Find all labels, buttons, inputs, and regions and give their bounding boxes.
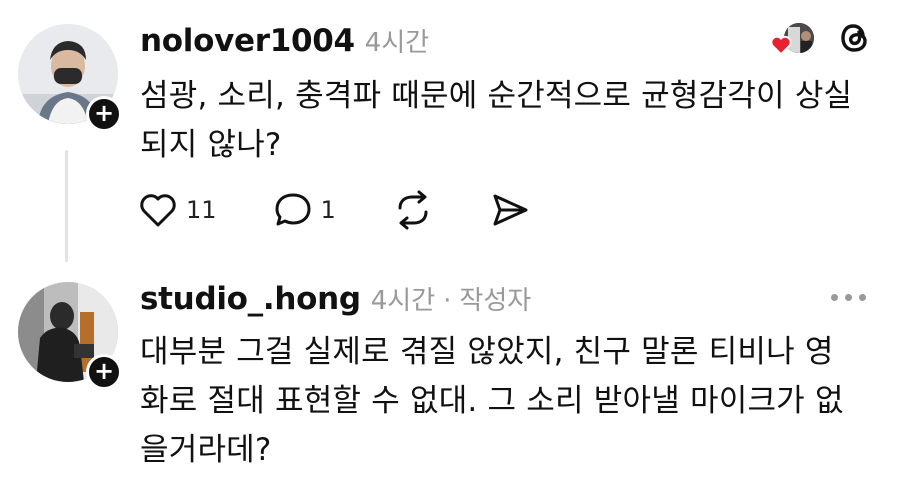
reply-button[interactable]: 1: [273, 191, 336, 229]
post-body-line: 섬광, 소리, 충격파 때문에 순간적으로 균형감각이 상실: [140, 78, 853, 114]
heart-icon: [140, 194, 176, 227]
post-body-line: 을거라데?: [140, 432, 272, 468]
post-body: 섬광, 소리, 충격파 때문에 순간적으로 균형감각이 상실 되지 않나?: [140, 72, 852, 170]
follow-plus-icon[interactable]: +: [86, 96, 122, 132]
share-button[interactable]: [490, 191, 530, 229]
username[interactable]: studio_.hong: [140, 281, 361, 317]
like-count: 11: [186, 196, 217, 224]
comment-icon: [275, 193, 311, 226]
post-1: + nolover1004 4시간 섬광, 소리, 충격파 때문에 순간적으로 …: [0, 0, 900, 270]
threads-logo-icon[interactable]: [838, 20, 872, 56]
follow-plus-icon[interactable]: +: [86, 354, 122, 390]
post-2: + studio_.hong 4시간 · 작성자 대부분 그걸 실제로 겪질 않…: [0, 270, 900, 478]
post-body-line: 되지 않나?: [140, 127, 282, 163]
repost-icon: [398, 190, 428, 230]
timestamp: 4시간: [370, 286, 436, 316]
post-body-line: 대부분 그걸 실제로 겪질 않았지, 친구 말론 티비나 영: [140, 334, 834, 370]
timestamp: 4시간: [364, 28, 430, 58]
liked-by-cluster[interactable]: [770, 21, 816, 55]
post-body: 대부분 그걸 실제로 겪질 않았지, 친구 말론 티비나 영 화로 절대 표현할…: [140, 328, 844, 475]
meta-separator: ·: [443, 286, 452, 316]
username[interactable]: nolover1004: [140, 23, 355, 59]
reply-count: 1: [320, 196, 336, 224]
post-body-line: 화로 절대 표현할 수 없대. 그 소리 받아낼 마이크가 없: [140, 383, 844, 419]
red-heart-icon: [770, 35, 792, 55]
like-button[interactable]: 11: [138, 192, 217, 228]
thread-connector-line: [65, 150, 68, 262]
send-icon: [493, 194, 528, 226]
post-meta: nolover1004 4시간: [140, 22, 429, 59]
author-tag: 작성자: [459, 286, 532, 316]
repost-button[interactable]: [392, 190, 434, 230]
more-icon[interactable]: [824, 294, 866, 301]
post-actions: 11 1: [138, 190, 586, 230]
post-meta: studio_.hong 4시간 · 작성자: [140, 280, 531, 317]
post-header-actions: [770, 20, 872, 56]
